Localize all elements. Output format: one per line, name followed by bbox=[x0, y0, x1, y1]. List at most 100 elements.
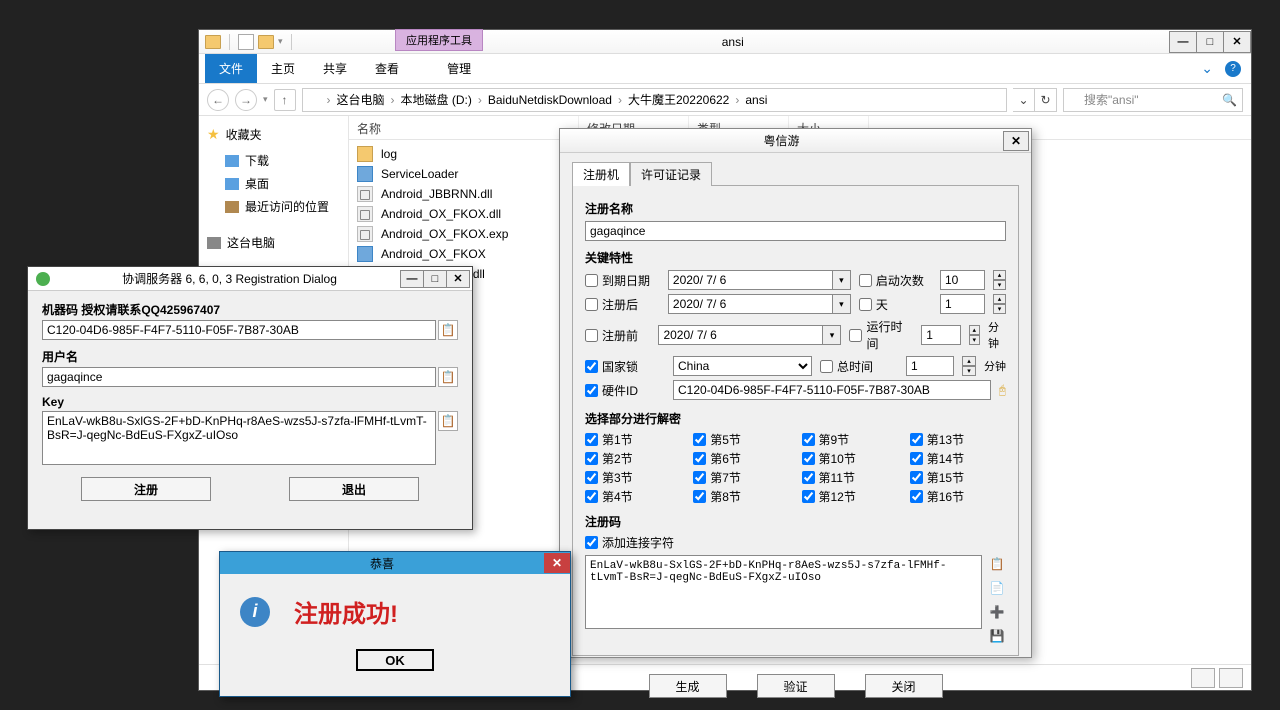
expire-date-input[interactable] bbox=[668, 270, 833, 290]
regdlg-maximize[interactable]: □ bbox=[423, 270, 447, 288]
breadcrumb[interactable]: 大牛魔王20220622 bbox=[626, 91, 731, 108]
addressbar[interactable]: › 这台电脑› 本地磁盘 (D:)› BaiduNetdiskDownload›… bbox=[302, 88, 1007, 112]
section-checkbox[interactable]: 第4节 bbox=[585, 488, 681, 505]
regcode-textarea[interactable]: EnLaV-wkB8u-SxlGS-2F+bD-KnPHq-r8AeS-wzs5… bbox=[585, 555, 982, 629]
section-checkbox[interactable]: 第13节 bbox=[910, 431, 1006, 448]
chk-expire-date[interactable] bbox=[585, 274, 598, 287]
breadcrumb[interactable]: 这台电脑 bbox=[335, 91, 387, 108]
date-dropdown-icon[interactable]: ▾ bbox=[833, 270, 851, 290]
copy-icon[interactable]: 📋 bbox=[988, 555, 1006, 573]
tab-register[interactable]: 注册机 bbox=[572, 162, 630, 186]
section-checkbox[interactable]: 第5节 bbox=[693, 431, 789, 448]
msgbox-close[interactable]: ✕ bbox=[544, 553, 570, 573]
key-textarea[interactable]: EnLaV-wkB8u-SxlGS-2F+bD-KnPHq-r8AeS-wzs5… bbox=[42, 411, 436, 465]
ribbon-expand-icon[interactable]: ⌄ bbox=[1201, 60, 1213, 77]
close-button[interactable]: ✕ bbox=[1223, 31, 1251, 53]
date-dropdown-icon[interactable]: ▾ bbox=[833, 294, 851, 314]
hwid-icon[interactable]: 🖰 bbox=[999, 383, 1006, 398]
regdlg-close[interactable]: ✕ bbox=[446, 270, 470, 288]
search-input[interactable]: 搜索"ansi" 🔍 bbox=[1063, 88, 1243, 112]
hwid-input[interactable] bbox=[673, 380, 991, 400]
section-checkbox[interactable]: 第2节 bbox=[585, 450, 681, 467]
after-reg-date-input[interactable] bbox=[668, 294, 833, 314]
start-count-input[interactable] bbox=[940, 270, 985, 290]
view-details-button[interactable] bbox=[1191, 668, 1215, 688]
section-checkbox[interactable]: 第10节 bbox=[802, 450, 898, 467]
view-icons-button[interactable] bbox=[1219, 668, 1243, 688]
chk-after-reg[interactable] bbox=[585, 298, 598, 311]
country-select[interactable]: China bbox=[673, 356, 812, 376]
help-icon[interactable]: ? bbox=[1225, 61, 1241, 77]
back-button[interactable]: ← bbox=[207, 89, 229, 111]
section-checkbox[interactable]: 第7节 bbox=[693, 469, 789, 486]
register-button[interactable]: 注册 bbox=[81, 477, 211, 501]
copy-machine-icon[interactable]: 📋 bbox=[438, 320, 458, 340]
chk-days[interactable] bbox=[859, 298, 872, 311]
section-checkbox[interactable]: 第6节 bbox=[693, 450, 789, 467]
refresh-button[interactable]: ↻ bbox=[1035, 88, 1057, 112]
ok-button[interactable]: OK bbox=[356, 649, 434, 671]
tab-file[interactable]: 文件 bbox=[205, 54, 257, 83]
minimize-button[interactable]: — bbox=[1169, 31, 1197, 53]
chk-total-time[interactable] bbox=[820, 360, 833, 373]
total-time-input[interactable] bbox=[906, 356, 954, 376]
save-icon[interactable]: 💾 bbox=[988, 627, 1006, 645]
breadcrumb[interactable]: BaiduNetdiskDownload bbox=[486, 93, 614, 107]
chk-append-conn[interactable] bbox=[585, 536, 598, 549]
sidebar-item-downloads[interactable]: 下载 bbox=[207, 149, 340, 172]
qat-open-icon[interactable] bbox=[258, 35, 274, 49]
section-checkbox[interactable]: 第9节 bbox=[802, 431, 898, 448]
before-reg-date-input[interactable] bbox=[658, 325, 823, 345]
copy-key-icon[interactable]: 📋 bbox=[438, 411, 458, 431]
chk-hardware-id[interactable] bbox=[585, 384, 598, 397]
spin-down-icon[interactable]: ▾ bbox=[993, 280, 1006, 290]
tab-license-log[interactable]: 许可证记录 bbox=[630, 162, 712, 186]
section-checkbox[interactable]: 第12节 bbox=[802, 488, 898, 505]
section-checkbox[interactable]: 第14节 bbox=[910, 450, 1006, 467]
chk-country-lock[interactable] bbox=[585, 360, 598, 373]
user-input[interactable] bbox=[42, 367, 436, 387]
col-name[interactable]: 名称 bbox=[349, 116, 579, 139]
chk-before-reg[interactable] bbox=[585, 329, 598, 342]
verify-button[interactable]: 验证 bbox=[757, 674, 835, 698]
generate-button[interactable]: 生成 bbox=[649, 674, 727, 698]
search-icon[interactable]: 🔍 bbox=[1222, 93, 1236, 107]
close-button[interactable]: 关闭 bbox=[865, 674, 943, 698]
tab-manage[interactable]: 管理 bbox=[433, 54, 485, 83]
sidebar-thispc[interactable]: 这台电脑 bbox=[207, 234, 340, 251]
exit-button[interactable]: 退出 bbox=[289, 477, 419, 501]
sidebar-item-recent[interactable]: 最近访问的位置 bbox=[207, 195, 340, 218]
spin-up-icon[interactable]: ▴ bbox=[993, 270, 1006, 280]
paste-icon[interactable]: 📄 bbox=[988, 579, 1006, 597]
section-checkbox[interactable]: 第3节 bbox=[585, 469, 681, 486]
section-checkbox[interactable]: 第8节 bbox=[693, 488, 789, 505]
address-dropdown-icon[interactable]: ⌄ bbox=[1013, 88, 1035, 112]
chk-start-count[interactable] bbox=[859, 274, 872, 287]
msgbox-titlebar[interactable]: 恭喜 ✕ bbox=[220, 552, 570, 574]
section-checkbox[interactable]: 第1节 bbox=[585, 431, 681, 448]
regdlg-titlebar[interactable]: 协调服务器 6, 6, 0, 3 Registration Dialog — □… bbox=[28, 267, 472, 291]
section-checkbox[interactable]: 第15节 bbox=[910, 469, 1006, 486]
yxy-close[interactable]: ✕ bbox=[1003, 131, 1029, 151]
section-checkbox[interactable]: 第16节 bbox=[910, 488, 1006, 505]
copy-user-icon[interactable]: 📋 bbox=[438, 367, 458, 387]
breadcrumb[interactable]: ansi bbox=[743, 93, 769, 107]
add-icon[interactable]: ➕ bbox=[988, 603, 1006, 621]
days-input[interactable] bbox=[940, 294, 985, 314]
contextual-tab[interactable]: 应用程序工具 bbox=[395, 29, 483, 51]
qat-folder-icon[interactable] bbox=[205, 35, 221, 49]
chk-run-time[interactable] bbox=[849, 329, 862, 342]
machine-code-input[interactable] bbox=[42, 320, 436, 340]
maximize-button[interactable]: □ bbox=[1196, 31, 1224, 53]
sidebar-item-desktop[interactable]: 桌面 bbox=[207, 172, 340, 195]
forward-button[interactable]: → bbox=[235, 89, 257, 111]
qat-props-icon[interactable] bbox=[238, 34, 254, 50]
explorer-titlebar[interactable]: ▾ 应用程序工具 ansi — □ ✕ bbox=[199, 30, 1251, 54]
yxy-titlebar[interactable]: 粤信游 ✕ bbox=[560, 129, 1031, 153]
sidebar-favorites[interactable]: ★收藏夹 bbox=[207, 126, 340, 143]
regdlg-minimize[interactable]: — bbox=[400, 270, 424, 288]
reg-name-input[interactable] bbox=[585, 221, 1006, 241]
tab-share[interactable]: 共享 bbox=[309, 54, 361, 83]
tab-view[interactable]: 查看 bbox=[361, 54, 413, 83]
section-checkbox[interactable]: 第11节 bbox=[802, 469, 898, 486]
